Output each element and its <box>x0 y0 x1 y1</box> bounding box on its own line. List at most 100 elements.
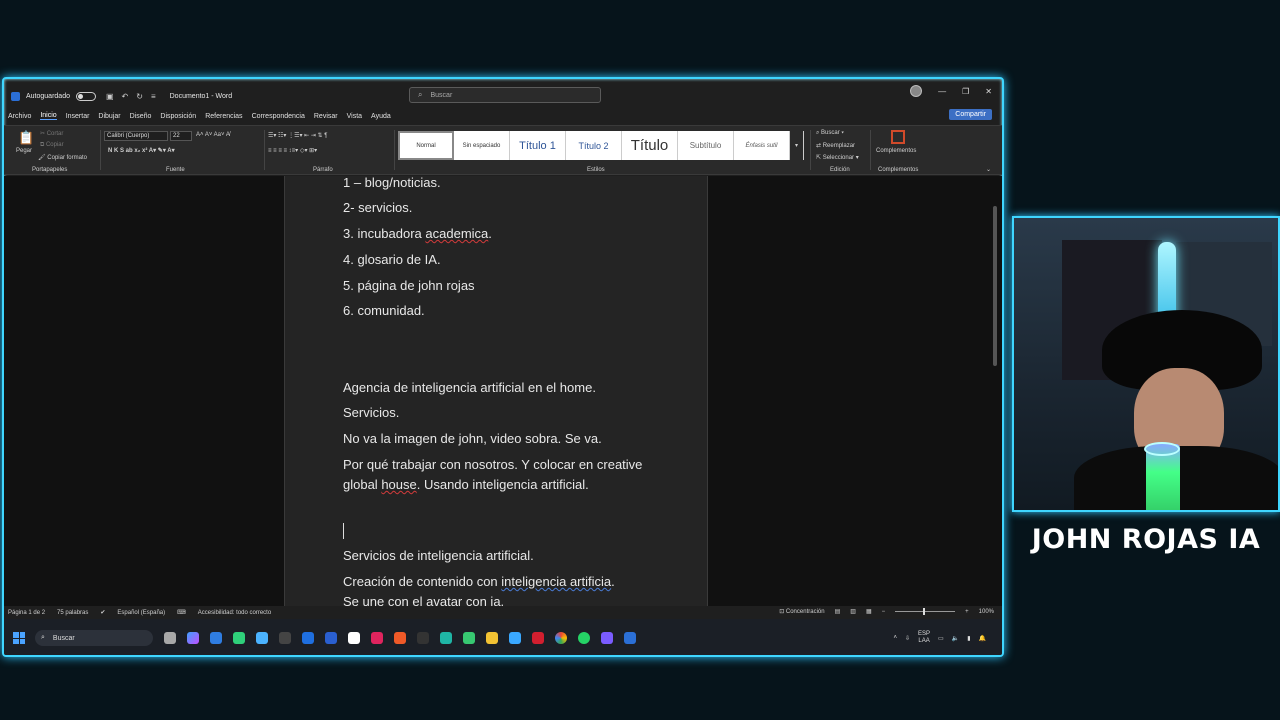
app-icon[interactable] <box>417 632 429 644</box>
tab-inicio[interactable]: Inicio <box>40 112 57 120</box>
start-icon[interactable] <box>13 632 25 644</box>
paste-button[interactable]: Pegar <box>16 148 32 154</box>
tab-revisar[interactable]: Revisar <box>314 113 338 120</box>
styles-more-icon[interactable]: ▾ <box>790 131 804 160</box>
tiktok-icon[interactable] <box>371 632 383 644</box>
share-button[interactable]: Compartir <box>949 109 992 120</box>
predictions-icon[interactable]: ⌨ <box>177 609 186 616</box>
document-page[interactable]: 1 – blog/noticias. 2- servicios. 3. incu… <box>284 175 708 609</box>
page-count[interactable]: Página 1 de 2 <box>8 610 45 616</box>
style-titulo-1[interactable]: Título 1 <box>510 131 566 160</box>
play-icon[interactable] <box>233 632 245 644</box>
proofing-icon[interactable]: ✔ <box>100 609 105 616</box>
volume-icon[interactable]: 🔈 <box>952 635 959 642</box>
tab-disposicion[interactable]: Disposición <box>160 113 196 120</box>
app-icon[interactable] <box>348 632 360 644</box>
font-family-select[interactable]: Calibri (Cuerpo) <box>104 131 168 141</box>
download-icon[interactable]: ⇩ <box>905 635 910 642</box>
network-icon[interactable]: ▭ <box>938 635 944 642</box>
zoom-slider[interactable] <box>895 608 956 615</box>
addins-icon[interactable] <box>891 130 905 144</box>
read-mode-icon[interactable]: ▤ <box>835 608 841 615</box>
style-normal[interactable]: Normal <box>398 131 454 160</box>
tab-correspondencia[interactable]: Correspondencia <box>252 113 305 120</box>
app-icon[interactable] <box>325 632 337 644</box>
vertical-scrollbar[interactable] <box>993 206 997 366</box>
app-icon[interactable] <box>601 632 613 644</box>
app-icon[interactable] <box>509 632 521 644</box>
copilot-icon[interactable] <box>187 632 199 644</box>
tab-dibujar[interactable]: Dibujar <box>98 113 120 120</box>
app-icon[interactable] <box>463 632 475 644</box>
replace-button[interactable]: ⇄ Reemplazar <box>816 142 855 149</box>
store-icon[interactable] <box>210 632 222 644</box>
style-enfasis-sutil[interactable]: Énfasis sutil <box>734 131 790 160</box>
avatar[interactable] <box>910 85 923 97</box>
grammar-suggestion[interactable]: inteligencia artificia <box>501 574 611 589</box>
notification-icon[interactable]: 🔔 <box>979 635 986 642</box>
chevron-up-icon[interactable]: ˄ <box>893 635 897 641</box>
style-sin-espaciado[interactable]: Sin espaciado <box>454 131 510 160</box>
word-taskbar-icon[interactable] <box>624 632 636 644</box>
accessibility-status[interactable]: Accesibilidad: todo correcto <box>198 610 271 616</box>
app-icon[interactable] <box>532 632 544 644</box>
autosave-label: Autoguardado <box>26 92 70 100</box>
list-buttons[interactable]: ☰▾ ☷▾ ⋮☰▾ ⇤ ⇥ ⇅ ¶ <box>268 132 327 139</box>
language-indicator[interactable]: ESP LAA <box>918 631 930 645</box>
spelling-error[interactable]: academica <box>425 226 488 241</box>
tab-vista[interactable]: Vista <box>347 113 362 120</box>
zoom-out-icon[interactable]: − <box>882 609 886 615</box>
tab-archivo[interactable]: Archivo <box>8 113 31 120</box>
close-icon[interactable]: ✕ <box>985 87 992 96</box>
style-titulo[interactable]: Título <box>622 131 678 160</box>
find-button[interactable]: ⌕ Buscar ▾ <box>816 130 844 137</box>
format-buttons[interactable]: N K S ab x₂ x² A▾ ✎▾ A▾ <box>108 147 175 154</box>
print-layout-icon[interactable]: ▥ <box>850 608 856 615</box>
file-explorer-icon[interactable] <box>486 632 498 644</box>
paste-icon[interactable]: 📋 <box>18 130 34 146</box>
edge-icon[interactable] <box>440 632 452 644</box>
alignment-buttons[interactable]: ≡ ≡ ≡ ≡ ↕≡▾ ◇▾ ⊞▾ <box>268 147 317 154</box>
tab-diseno[interactable]: Diseño <box>130 113 152 120</box>
copy-button[interactable]: ⧉ Copiar <box>40 142 64 149</box>
addins-button[interactable]: Complementos <box>876 148 916 154</box>
autosave-toggle[interactable] <box>75 91 96 101</box>
language-status[interactable]: Español (España) <box>117 610 165 616</box>
spelling-error[interactable]: house <box>381 477 416 492</box>
redo-icon[interactable]: ↻ <box>136 92 143 101</box>
format-painter-button[interactable]: 🖌 Copiar formato <box>38 154 87 161</box>
battery-icon[interactable]: ▮ <box>967 635 970 642</box>
web-layout-icon[interactable]: ▦ <box>866 608 872 615</box>
undo-icon[interactable]: ↶ <box>122 92 129 101</box>
doc-line: Servicios de inteligencia artificial. <box>343 548 534 563</box>
save-icon[interactable]: ▣ <box>106 92 114 101</box>
app-icon[interactable] <box>394 632 406 644</box>
customize-toolbar-icon[interactable]: ≡ <box>151 92 156 101</box>
tab-insertar[interactable]: Insertar <box>66 113 90 120</box>
style-subtitulo[interactable]: Subtítulo <box>678 131 734 160</box>
zoom-level[interactable]: 100% <box>979 609 994 615</box>
app-icon[interactable] <box>302 632 314 644</box>
style-titulo-2[interactable]: Título 2 <box>566 131 622 160</box>
focus-mode-button[interactable]: ⊡ Concentración <box>779 608 824 615</box>
app-icon[interactable] <box>279 632 291 644</box>
tab-referencias[interactable]: Referencias <box>205 113 242 120</box>
task-view-icon[interactable] <box>164 632 176 644</box>
tab-ayuda[interactable]: Ayuda <box>371 113 391 120</box>
taskbar-search[interactable]: ⌕ Buscar <box>35 630 153 646</box>
app-icon[interactable] <box>256 632 268 644</box>
search-input[interactable]: ⌕ Buscar <box>409 87 601 103</box>
text-cursor <box>343 523 344 539</box>
cut-button[interactable]: ✂ Cortar <box>40 130 63 137</box>
zoom-in-icon[interactable]: + <box>965 609 969 615</box>
divider <box>394 130 395 170</box>
collapse-ribbon-icon[interactable]: ⌄ <box>986 166 991 173</box>
word-count[interactable]: 75 palabras <box>57 610 88 616</box>
minimize-icon[interactable]: — <box>938 87 946 96</box>
font-size-select[interactable]: 22 <box>170 131 192 141</box>
chrome-icon[interactable] <box>555 632 567 644</box>
maximize-icon[interactable]: ❐ <box>962 87 969 96</box>
select-button[interactable]: ⇱ Seleccionar ▾ <box>816 154 859 161</box>
font-size-controls[interactable]: A˄ A˅ Aa˅ A̸ <box>196 132 230 138</box>
whatsapp-icon[interactable] <box>578 632 590 644</box>
